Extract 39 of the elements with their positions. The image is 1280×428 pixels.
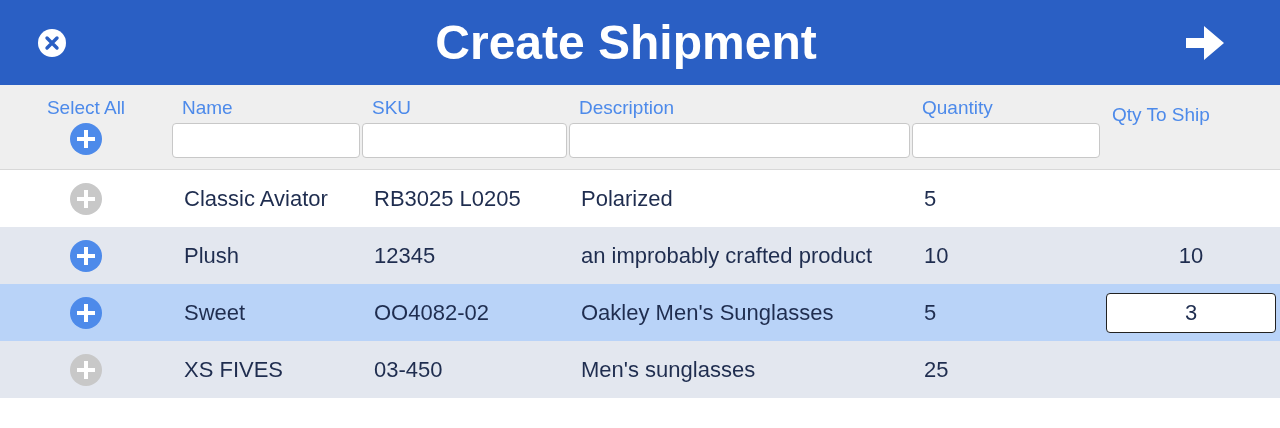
close-button[interactable] — [38, 28, 66, 57]
table-cell: RB3025 L0205 — [374, 185, 521, 211]
column-header: Quantity — [921, 97, 994, 119]
table-cell: Sweet — [184, 299, 246, 325]
table-cell: 25 — [924, 356, 949, 382]
add-plus-icon[interactable] — [70, 239, 102, 272]
column-header: Description — [578, 97, 676, 119]
table-cell: XS FIVES — [184, 356, 284, 382]
table-cell: 5 — [924, 299, 937, 325]
table-cell: 12345 — [374, 242, 436, 268]
column-header: SKU — [371, 97, 413, 119]
table-row[interactable]: Plush 12345 an improbably crafted product 10 10 — [0, 227, 1280, 284]
filter-field[interactable] — [912, 123, 1100, 158]
table-cell: 5 — [924, 185, 937, 211]
table-cell: Polarized — [581, 185, 673, 211]
table-cell: 03-450 — [374, 356, 443, 382]
select-all-plus-icon[interactable] — [70, 123, 102, 155]
column-header: Qty To Ship — [1111, 104, 1211, 126]
table-cell: Classic Aviator — [184, 185, 328, 211]
quantity-field[interactable]: 3 — [1106, 292, 1276, 333]
column-header: Name — [181, 97, 234, 119]
table-cell: 10 — [924, 242, 949, 268]
table-row[interactable]: Sweet OO4082-02 Oakley Men's Sunglasses 5 3 — [0, 284, 1280, 341]
table-cell: an improbably crafted product — [581, 242, 873, 268]
table-row[interactable]: XS FIVES 03-450 Men's sunglasses 25 — [0, 341, 1280, 398]
select-all-label: Select All — [46, 97, 126, 119]
filter-field[interactable] — [569, 123, 910, 158]
table-cell: Plush — [184, 242, 240, 268]
filter-field[interactable] — [172, 123, 360, 158]
page-title: Create Shipment — [435, 15, 817, 70]
add-plus-icon[interactable] — [70, 182, 102, 215]
next-arrow-button[interactable] — [1186, 25, 1224, 60]
filter-field[interactable] — [362, 123, 567, 158]
table-cell: 10 — [1178, 242, 1204, 269]
add-plus-icon[interactable] — [70, 296, 102, 329]
table-cell: OO4082-02 — [374, 299, 489, 325]
table-cell: Oakley Men's Sunglasses — [581, 299, 834, 325]
add-plus-icon[interactable] — [70, 353, 102, 386]
table-cell: Men's sunglasses — [581, 356, 756, 382]
